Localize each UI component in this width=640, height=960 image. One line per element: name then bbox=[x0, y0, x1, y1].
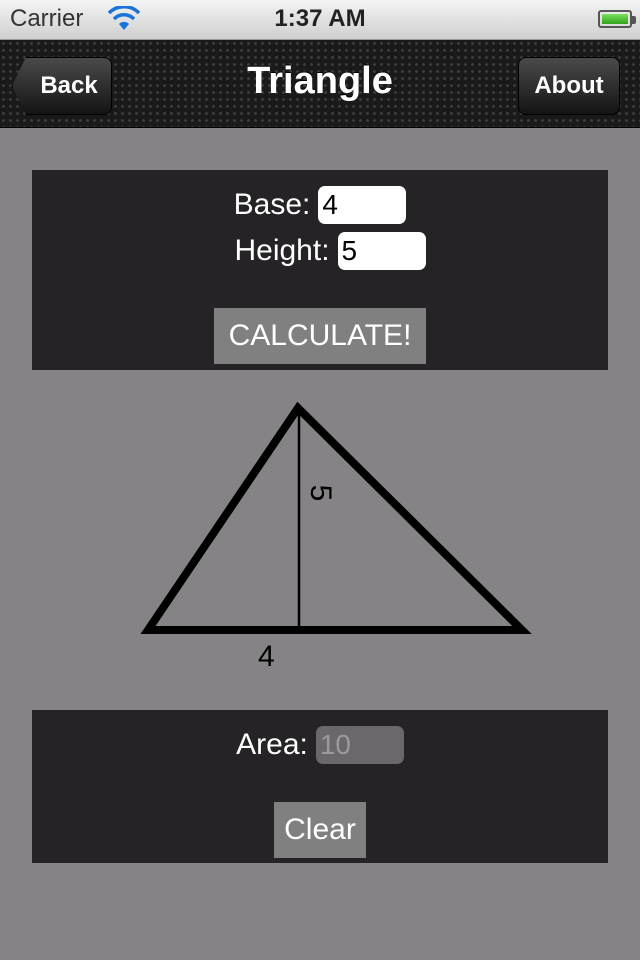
height-input[interactable]: 5 bbox=[337, 232, 426, 270]
base-row: Base: 4 bbox=[32, 186, 608, 224]
area-label: Area: bbox=[236, 728, 308, 761]
triangle-outline bbox=[140, 401, 532, 634]
navigation-bar: Back Triangle About bbox=[0, 40, 640, 128]
base-dimension-label: 4 bbox=[258, 640, 275, 673]
base-input[interactable]: 4 bbox=[318, 186, 407, 224]
battery-icon bbox=[598, 10, 636, 28]
height-row: Height: 5 bbox=[32, 232, 608, 270]
calculate-button[interactable]: CALCULATE! bbox=[214, 308, 426, 364]
area-output: 10 bbox=[315, 726, 404, 764]
about-button[interactable]: About bbox=[518, 57, 620, 115]
height-dimension-label: 5 bbox=[304, 484, 337, 502]
input-panel: Base: 4 Height: 5 CALCULATE! bbox=[32, 170, 608, 370]
result-panel: Area: 10 Clear bbox=[32, 710, 608, 863]
height-label: Height: bbox=[234, 234, 330, 267]
status-bar: Carrier 1:37 AM bbox=[0, 0, 640, 40]
base-label: Base: bbox=[233, 188, 311, 221]
clock: 1:37 AM bbox=[274, 5, 366, 32]
triangle-diagram bbox=[140, 401, 532, 634]
area-row: Area: 10 bbox=[32, 726, 608, 764]
clear-button[interactable]: Clear bbox=[274, 802, 366, 858]
